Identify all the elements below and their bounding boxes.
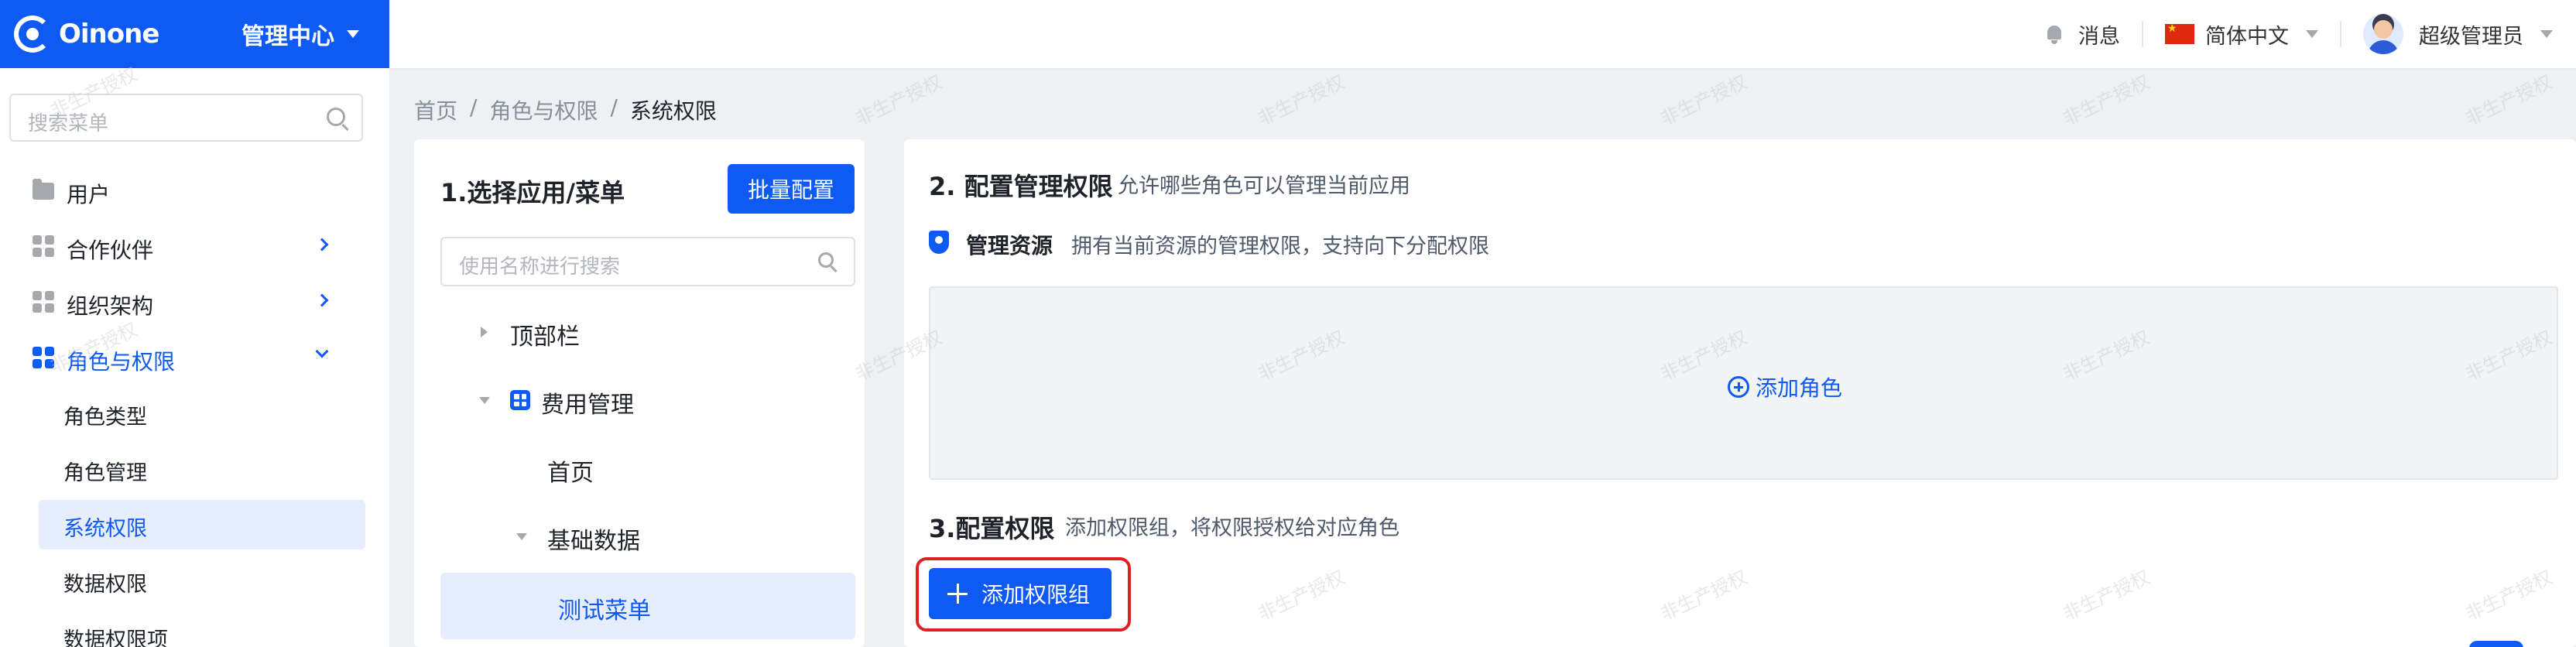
sidebar-subitem-label: 数据权限 — [63, 573, 147, 597]
sidebar-item-label: 角色与权限 — [67, 349, 176, 375]
management-center-switcher[interactable]: 管理中心 — [242, 14, 359, 54]
watermark: 非生产授权 — [2461, 70, 2556, 130]
chevron-down-icon — [315, 344, 329, 358]
batch-config-button[interactable]: 批量配置 — [728, 164, 855, 214]
messages-button[interactable]: 消息 — [2046, 19, 2120, 50]
partial-button[interactable] — [2469, 641, 2523, 647]
add-role-label: 添加角色 — [1756, 375, 1843, 401]
app-search-placeholder: 使用名称进行搜索 — [459, 255, 621, 279]
sidebar-item-users[interactable]: 用户 — [0, 164, 389, 217]
manage-resource-label: 管理资源 — [966, 233, 1053, 258]
watermark: 非生产授权 — [2059, 70, 2153, 130]
divider — [2340, 21, 2341, 47]
tree-node-label: 测试菜单 — [558, 597, 651, 625]
user-name: 超级管理员 — [2419, 24, 2523, 49]
watermark: 非生产授权 — [1656, 70, 1751, 130]
sidebar-subitem-system-permissions[interactable]: 系统权限 — [39, 500, 365, 549]
folder-icon — [33, 179, 54, 200]
breadcrumb-home[interactable]: 首页 — [414, 94, 457, 125]
caret-down-icon[interactable] — [479, 397, 490, 404]
sidebar-subitem-data-permissions[interactable]: 数据权限 — [39, 556, 365, 605]
section-config-permission-desc: 添加权限组，将权限授权给对应角色 — [1065, 516, 1399, 540]
sidebar-item-partners[interactable]: 合作伙伴 — [0, 220, 389, 272]
caret-down-icon[interactable] — [516, 533, 527, 540]
add-role-button[interactable]: 添加角色 — [1728, 371, 1842, 402]
oinone-logo[interactable]: Oinone — [14, 14, 159, 54]
tree-node-expense[interactable]: 费用管理 — [440, 367, 855, 433]
watermark: 非生产授权 — [1254, 70, 1348, 130]
tree-node-topbar[interactable]: 顶部栏 — [440, 299, 855, 365]
sidebar-item-label: 合作伙伴 — [67, 238, 154, 263]
sidebar-subitem-label: 数据权限项 — [63, 628, 168, 647]
shield-icon — [929, 231, 949, 254]
breadcrumb-roles[interactable]: 角色与权限 — [489, 94, 598, 125]
messages-label: 消息 — [2078, 24, 2120, 49]
grid-icon — [33, 347, 54, 368]
breadcrumb-separator: / — [470, 94, 478, 120]
language-label: 简体中文 — [2205, 24, 2289, 49]
section-manage-permission-desc: 允许哪些角色可以管理当前应用 — [1118, 174, 1410, 198]
section-manage-permission-title: 2. 配置管理权限 — [929, 172, 1113, 201]
caret-down-icon — [2540, 30, 2553, 38]
role-drop-area: 添加角色 — [929, 286, 2558, 480]
grid-icon — [33, 235, 54, 257]
header-actions: 消息 简体中文 超级管理员 — [2046, 0, 2576, 68]
logo-icon — [14, 15, 51, 53]
sidebar-subitem-label: 角色类型 — [63, 406, 147, 430]
tree-node-label: 首页 — [547, 460, 594, 487]
top-header: Oinone 管理中心 消息 简体中文 超级管理员 — [0, 0, 2576, 68]
breadcrumb-current: 系统权限 — [629, 98, 717, 124]
tree-node-test-menu[interactable]: 测试菜单 — [440, 573, 855, 639]
caret-down-icon — [347, 30, 359, 38]
app-panel-title: 1.选择应用/菜单 — [440, 178, 625, 207]
grid-icon — [33, 291, 54, 313]
tree-node-label: 顶部栏 — [510, 324, 580, 351]
bell-icon — [2046, 24, 2063, 44]
logo-text: Oinone — [59, 19, 159, 50]
sidebar-subitem-data-permission-items[interactable]: 数据权限项 — [39, 611, 365, 647]
section-config-permission-title: 3.配置权限 — [929, 514, 1055, 543]
breadcrumb-separator: / — [610, 94, 618, 120]
avatar — [2363, 14, 2403, 54]
caret-down-icon — [2306, 30, 2318, 38]
sidebar-item-label: 组织架构 — [67, 293, 154, 319]
sidebar: 搜索菜单 用户 合作伙伴 组织架构 角色与权限 角色类型 角色管理 系统权限 数… — [0, 68, 389, 647]
sidebar-item-roles-permissions[interactable]: 角色与权限 — [0, 331, 389, 384]
sidebar-item-label: 用户 — [67, 182, 111, 207]
divider — [2142, 21, 2143, 47]
watermark: 非生产授权 — [851, 70, 946, 130]
chevron-right-icon — [315, 238, 329, 252]
tree-node-basic-data[interactable]: 基础数据 — [440, 503, 855, 570]
caret-right-icon[interactable] — [481, 327, 488, 337]
sidebar-subitem-label: 角色管理 — [63, 461, 147, 485]
highlight-annotation — [916, 557, 1131, 632]
menu-search-input[interactable]: 搜索菜单 — [9, 94, 363, 142]
permission-config-panel: 2. 配置管理权限 允许哪些角色可以管理当前应用 管理资源 拥有当前资源的管理权… — [904, 139, 2576, 647]
menu-search-placeholder: 搜索菜单 — [28, 112, 109, 135]
sidebar-item-organization[interactable]: 组织架构 — [0, 276, 389, 328]
search-icon[interactable] — [327, 108, 345, 126]
management-center-label: 管理中心 — [242, 23, 334, 50]
app-menu-panel: 1.选择应用/菜单 批量配置 使用名称进行搜索 顶部栏 费用管理 首页 基础数据… — [414, 139, 865, 647]
search-icon[interactable] — [818, 252, 834, 268]
language-selector[interactable]: 简体中文 — [2165, 19, 2318, 50]
brand-bar: Oinone 管理中心 — [0, 0, 389, 68]
add-circle-icon — [1728, 376, 1749, 398]
tree-node-label: 基础数据 — [547, 528, 640, 555]
app-icon — [510, 390, 530, 410]
tree-node-home[interactable]: 首页 — [440, 435, 855, 502]
china-flag-icon — [2165, 22, 2194, 44]
sidebar-subitem-label: 系统权限 — [63, 517, 147, 541]
breadcrumb: 首页 / 角色与权限 / 系统权限 — [414, 94, 717, 125]
manage-resource-desc: 拥有当前资源的管理权限，支持向下分配权限 — [1071, 234, 1489, 258]
user-menu[interactable]: 超级管理员 — [2363, 14, 2553, 54]
sidebar-subitem-role-types[interactable]: 角色类型 — [39, 389, 365, 438]
tree-node-label: 费用管理 — [541, 392, 634, 419]
sidebar-subitem-role-management[interactable]: 角色管理 — [39, 444, 365, 494]
app-search-input[interactable]: 使用名称进行搜索 — [440, 237, 855, 286]
chevron-right-icon — [315, 293, 329, 307]
